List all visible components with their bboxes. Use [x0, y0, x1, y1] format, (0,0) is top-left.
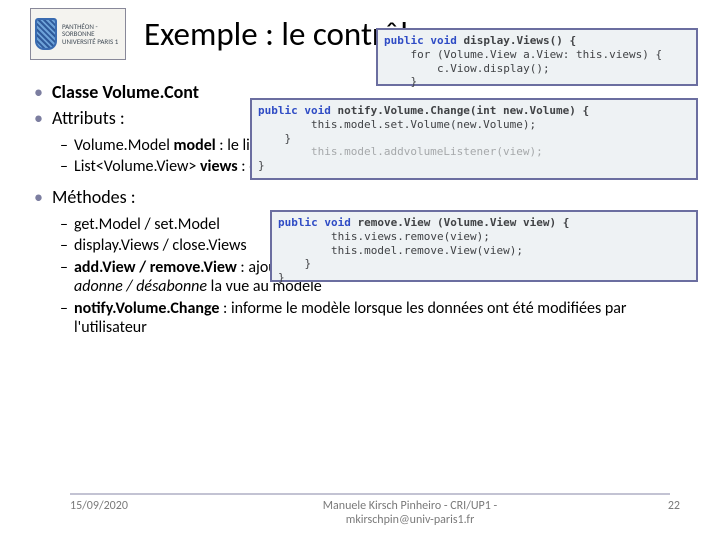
shield-icon	[35, 18, 57, 50]
methods-label: Méthodes :	[30, 187, 690, 209]
code-snippet-remove-view: public void remove.View (Volume.View vie…	[270, 210, 698, 282]
logo-text: PANTHÉON - SORBONNE UNIVERSITÉ PARIS 1	[62, 23, 121, 45]
method-notify: notify.Volume.Change : informe le modèle…	[30, 299, 690, 338]
footer-page: 22	[640, 499, 680, 513]
university-logo: PANTHÉON - SORBONNE UNIVERSITÉ PARIS 1	[30, 8, 126, 60]
slide: PANTHÉON - SORBONNE UNIVERSITÉ PARIS 1 E…	[0, 0, 720, 540]
class-text: Classe Volume.Cont	[52, 81, 199, 103]
code-snippet-notify-change: public void notify.Volume.Change(int new…	[250, 98, 698, 180]
code-snippet-display-views: public void display.Views() { for (Volum…	[376, 28, 698, 86]
logo-line1: PANTHÉON - SORBONNE	[62, 23, 121, 38]
footer-author: Manuele Kirsch Pinheiro - CRI/UP1 - mkir…	[180, 499, 640, 527]
footer: 15/09/2020 Manuele Kirsch Pinheiro - CRI…	[0, 493, 720, 527]
logo-line2: UNIVERSITÉ PARIS 1	[62, 38, 121, 45]
footer-date: 15/09/2020	[70, 499, 180, 513]
